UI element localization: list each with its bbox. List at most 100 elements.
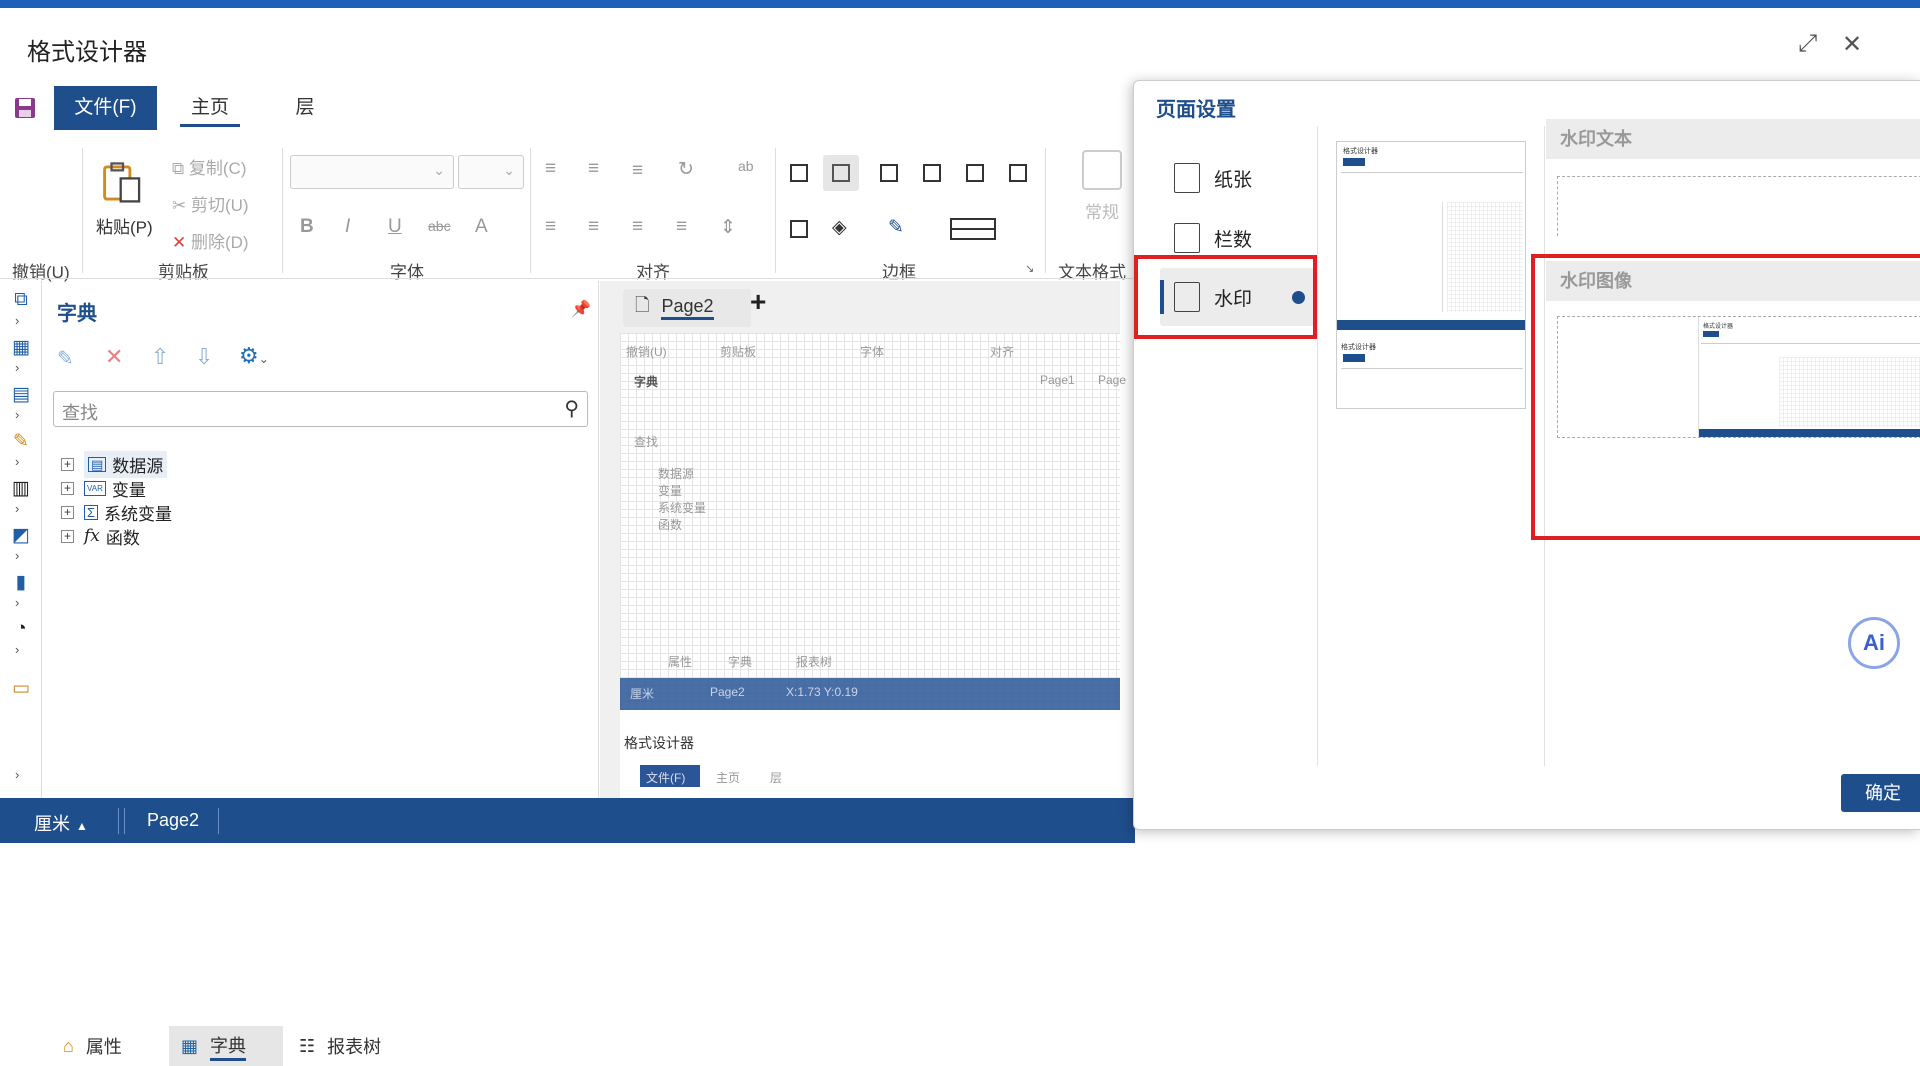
expand-strip-icon[interactable]: ›: [15, 767, 19, 782]
tree-item[interactable]: + ▤ 数据源: [61, 450, 168, 478]
chevron-right-icon[interactable]: ›: [15, 454, 19, 469]
chevron-right-icon[interactable]: ›: [15, 642, 19, 657]
border-bottom-icon[interactable]: [1009, 164, 1027, 182]
paste-label[interactable]: 粘贴(P): [96, 213, 153, 238]
save-icon[interactable]: [12, 96, 38, 120]
tab-dictionary[interactable]: ▦ 字典: [169, 1026, 283, 1066]
shape-icon[interactable]: ◩: [9, 524, 33, 546]
ok-button[interactable]: 确定: [1841, 774, 1920, 812]
pen-color-icon[interactable]: ✎: [888, 216, 904, 239]
align-justify-icon[interactable]: ≡: [676, 216, 687, 238]
border-none-button[interactable]: [823, 155, 859, 191]
tree-item[interactable]: + VAR 变量: [61, 475, 146, 501]
copy-button[interactable]: ⧉ 复制(C): [172, 154, 246, 179]
border-left-icon[interactable]: [880, 164, 898, 182]
gauge-icon[interactable]: ◔: [9, 618, 33, 640]
paste-icon[interactable]: [100, 160, 146, 206]
expand-icon[interactable]: +: [61, 529, 74, 543]
chevron-right-icon[interactable]: ›: [15, 595, 19, 610]
undo-button[interactable]: 撤销(U): [12, 258, 70, 283]
strikethrough-button[interactable]: abc: [428, 218, 451, 234]
panel-title: 字典: [57, 303, 97, 325]
page-grid[interactable]: 撤销(U) 剪贴板 字体 对齐 字典 Page1 Page 查找 数据源 变量 …: [620, 333, 1126, 798]
underline-button[interactable]: U: [388, 216, 402, 238]
maximize-icon[interactable]: ⤢: [1798, 30, 1817, 58]
function-icon: fx: [84, 526, 100, 546]
page-tab[interactable]: 🗋 Page2: [623, 289, 751, 327]
nav-columns[interactable]: 栏数: [1174, 218, 1252, 258]
align-center-icon[interactable]: ≡: [588, 216, 599, 238]
font-size-select[interactable]: ⌄: [458, 155, 524, 189]
fill-color-icon[interactable]: ◈: [832, 216, 847, 239]
text-component-icon[interactable]: ▤: [9, 383, 33, 405]
separator: [282, 148, 283, 273]
chevron-right-icon[interactable]: ›: [15, 407, 19, 422]
ghost-tree-item: 系统变量: [658, 501, 707, 515]
design-canvas[interactable]: 🗋 Page2 + 撤销(U) 剪贴板 字体 对齐 字典 Page1 Page 查…: [600, 281, 1126, 798]
expand-icon[interactable]: +: [61, 505, 74, 519]
ghost-status-coords: X:1.73 Y:0.19: [786, 685, 858, 699]
ai-assistant-button[interactable]: Ai: [1848, 617, 1900, 669]
gear-icon[interactable]: ⚙⌄: [239, 343, 269, 369]
panel-icon[interactable]: ▭: [9, 677, 33, 699]
tab-file[interactable]: 文件(F): [54, 86, 157, 130]
nav-paper[interactable]: 纸张: [1174, 158, 1252, 198]
delete-icon: ✕: [172, 233, 191, 252]
ghost-align: 对齐: [990, 345, 1015, 359]
ghost-layer-tab: 层: [770, 771, 783, 785]
border-dialog-launcher-icon[interactable]: ↘: [1025, 262, 1034, 275]
pin-icon[interactable]: 📌: [571, 299, 591, 319]
barcode-icon[interactable]: ▥: [9, 477, 33, 499]
unit-selector[interactable]: 厘米 ▲: [34, 810, 88, 836]
border-right-icon[interactable]: [966, 164, 984, 182]
cut-button[interactable]: ✂ 剪切(U): [172, 191, 249, 216]
delete-button[interactable]: ✕ 删除(D): [172, 228, 249, 253]
page-preview: 格式设计器 格式设计器: [1336, 141, 1526, 409]
delete-icon[interactable]: ✕: [105, 344, 123, 370]
align-right-icon[interactable]: ≡: [632, 216, 643, 238]
chevron-right-icon[interactable]: ›: [15, 548, 19, 563]
expand-icon[interactable]: +: [61, 457, 74, 471]
font-family-select[interactable]: ⌄: [290, 155, 454, 189]
rotate-icon[interactable]: ↻: [678, 158, 694, 181]
text-format-value[interactable]: 常规: [1085, 198, 1119, 223]
edit-icon[interactable]: ✎: [57, 346, 74, 371]
watermark-text-area[interactable]: [1557, 176, 1920, 236]
tab-report-tree[interactable]: ☷ 报表树: [299, 1026, 419, 1066]
align-top-center-icon[interactable]: ≡: [588, 158, 599, 180]
text-format-icon[interactable]: [1082, 150, 1122, 190]
table-icon[interactable]: ▦: [9, 336, 33, 358]
align-top-left-icon[interactable]: ≡: [545, 158, 556, 180]
tree-item[interactable]: + Σ 系统变量: [61, 499, 172, 525]
tab-home[interactable]: 主页: [180, 86, 240, 130]
border-style-icon[interactable]: [790, 220, 808, 238]
line-spacing-icon[interactable]: ⇕: [720, 216, 736, 239]
tab-layer[interactable]: 层: [285, 86, 325, 130]
font-color-button[interactable]: A: [475, 216, 488, 238]
chart-icon[interactable]: ▮: [9, 571, 33, 593]
band-icon[interactable]: ⧉: [9, 289, 33, 311]
tree-item[interactable]: + fx 函数: [61, 523, 140, 549]
add-page-icon[interactable]: +: [750, 286, 766, 318]
border-width-icon[interactable]: [950, 218, 996, 240]
align-left-icon[interactable]: ≡: [545, 216, 556, 238]
thumb-title: 格式设计器: [1343, 148, 1378, 155]
chevron-right-icon[interactable]: ›: [15, 501, 19, 516]
expand-icon[interactable]: +: [61, 481, 74, 495]
bold-button[interactable]: B: [300, 216, 314, 238]
border-all-icon[interactable]: [790, 164, 808, 182]
border-width-line: [952, 228, 994, 230]
word-wrap-icon[interactable]: ab: [738, 158, 754, 174]
arrow-up-icon[interactable]: ⇧: [151, 344, 169, 370]
arrow-down-icon[interactable]: ⇩: [195, 344, 213, 370]
chevron-right-icon[interactable]: ›: [15, 313, 19, 328]
tab-properties[interactable]: ⌂ 属性: [63, 1026, 173, 1066]
pen-icon[interactable]: ✎: [9, 430, 33, 452]
italic-button[interactable]: I: [345, 216, 350, 238]
chevron-right-icon[interactable]: ›: [15, 360, 19, 375]
search-icon[interactable]: ⚲: [564, 396, 579, 421]
align-top-right-icon[interactable]: ≡: [632, 160, 643, 182]
close-icon[interactable]: ✕: [1842, 30, 1862, 59]
border-top-icon[interactable]: [923, 164, 941, 182]
search-input[interactable]: 查找 ⚲: [53, 391, 588, 427]
